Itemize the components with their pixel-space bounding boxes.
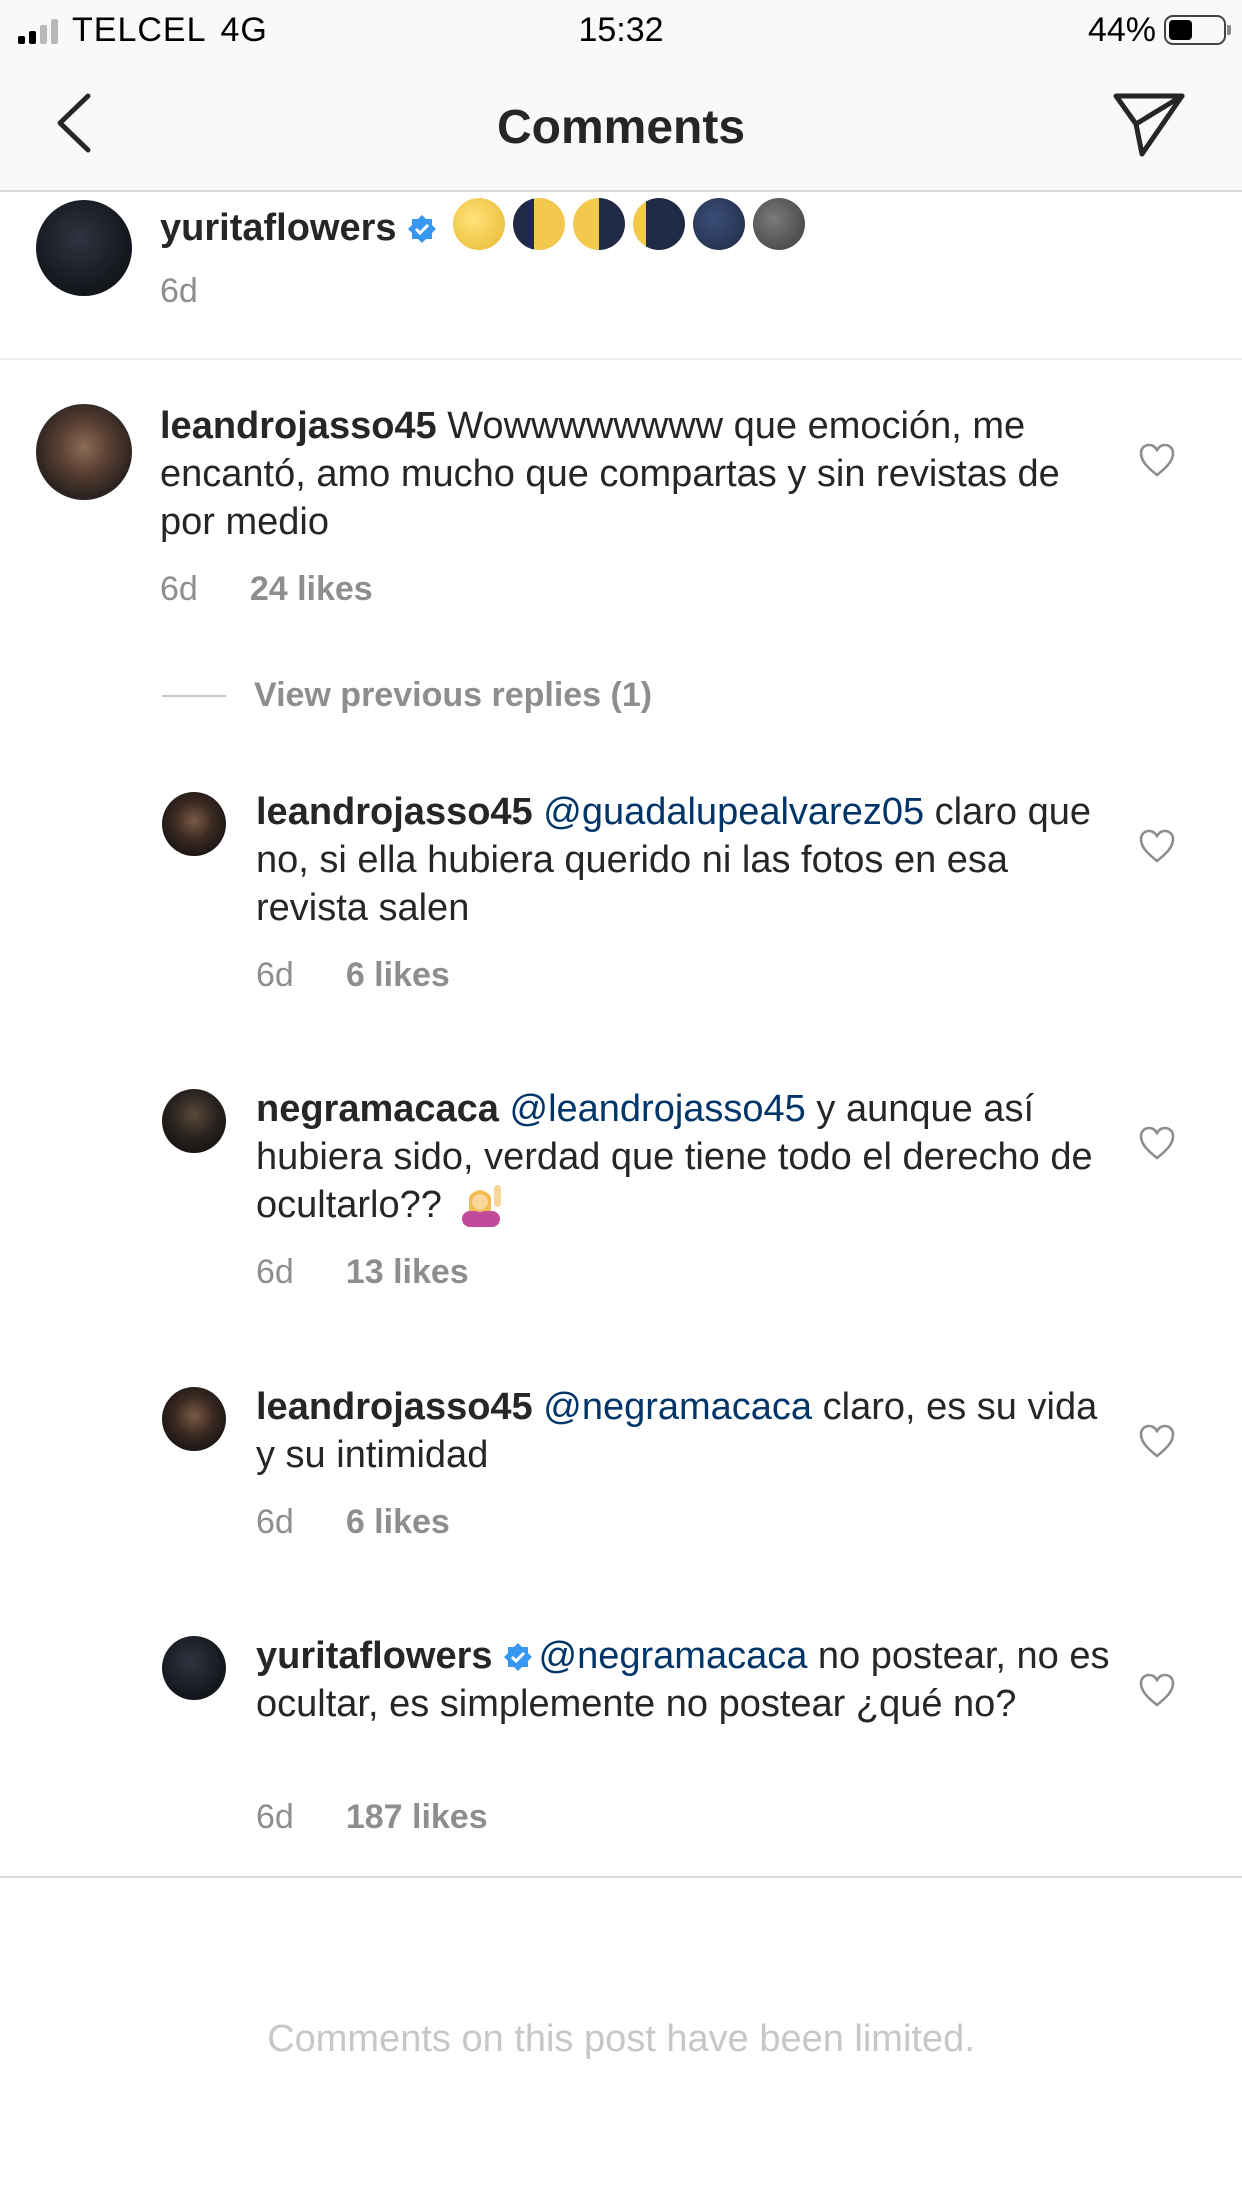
divider — [0, 1876, 1242, 1878]
username[interactable]: negramacaca — [256, 1088, 499, 1130]
page-title: Comments — [496, 101, 746, 154]
status-bar: TELCEL 4G 15:32 44% — [0, 0, 1242, 62]
paper-plane-icon[interactable] — [1112, 88, 1186, 158]
likes-count[interactable]: 6 likes — [346, 956, 450, 995]
comment-time: 6d — [256, 1798, 294, 1836]
reply: leandrojasso45 @negramacaca claro, es su… — [0, 1383, 1242, 1563]
likes-count[interactable]: 187 likes — [346, 1798, 488, 1837]
mention-link[interactable]: @negramacaca — [539, 1635, 808, 1677]
avatar[interactable] — [162, 1089, 226, 1153]
mention-link[interactable]: @guadalupealvarez05 — [543, 791, 924, 833]
avatar[interactable] — [162, 792, 226, 856]
verified-badge-icon — [407, 215, 436, 243]
battery-percent: 44% — [1087, 10, 1156, 49]
likes-count[interactable]: 24 likes — [250, 570, 373, 609]
battery-info: 44% — [1087, 8, 1231, 52]
heart-icon[interactable] — [1138, 442, 1176, 478]
comment-time: 6d — [256, 956, 294, 994]
username[interactable]: yuritaflowers — [256, 1635, 493, 1677]
replies-line — [162, 694, 226, 697]
username[interactable]: leandrojasso45 — [256, 1386, 533, 1428]
heart-icon[interactable] — [1138, 1672, 1176, 1708]
avatar[interactable] — [36, 404, 132, 500]
mention-link[interactable]: @negramacaca — [543, 1386, 812, 1428]
reply: negramacaca @leandrojasso45 y aunque así… — [0, 1085, 1242, 1315]
avatar[interactable] — [36, 200, 132, 296]
reply: yuritaflowers @negramacaca no postear, no… — [0, 1632, 1242, 1862]
username[interactable]: leandrojasso45 — [256, 791, 533, 833]
username[interactable]: yuritaflowers — [160, 207, 397, 249]
username[interactable]: leandrojasso45 — [160, 405, 437, 447]
waning-gibbous-emoji-icon — [512, 198, 565, 250]
likes-count[interactable]: 13 likes — [346, 1253, 469, 1292]
comments-limited-notice: Comments on this post have been limited. — [267, 2018, 975, 2060]
waning-crescent-emoji-icon — [632, 198, 685, 250]
full-moon-emoji-icon — [452, 198, 505, 250]
heart-icon[interactable] — [1138, 1125, 1176, 1161]
new-moon-emoji-icon — [692, 198, 745, 250]
nav-header: Comments — [0, 62, 1242, 192]
comment-time: 6d — [160, 272, 198, 310]
person-raising-hand-emoji-icon — [462, 1185, 502, 1227]
comment-time: 6d — [256, 1253, 294, 1291]
new-moon-face-emoji-icon — [752, 198, 805, 250]
reply: leandrojasso45 @guadalupealvarez05 claro… — [0, 788, 1242, 1018]
comment-time: 6d — [256, 1503, 294, 1541]
divider — [0, 358, 1242, 360]
likes-count[interactable]: 6 likes — [346, 1503, 450, 1542]
avatar[interactable] — [162, 1636, 226, 1700]
heart-icon[interactable] — [1138, 828, 1176, 864]
comment-time: 6d — [160, 570, 198, 608]
moon-emojis — [452, 198, 805, 250]
last-quarter-emoji-icon — [572, 198, 625, 250]
mention-link[interactable]: @leandrojasso45 — [510, 1088, 806, 1130]
clock: 15:32 — [578, 11, 664, 49]
battery-icon — [1164, 15, 1231, 45]
avatar[interactable] — [162, 1387, 226, 1451]
view-previous-replies[interactable]: View previous replies (1) — [162, 676, 652, 715]
comment: leandrojasso45 Wowwwwwwww que emoción, m… — [0, 400, 1242, 620]
post-caption: yuritaflowers 6d — [0, 192, 1242, 358]
heart-icon[interactable] — [1138, 1423, 1176, 1459]
view-replies-label: View previous replies (1) — [254, 676, 653, 714]
verified-badge-icon — [503, 1643, 532, 1671]
